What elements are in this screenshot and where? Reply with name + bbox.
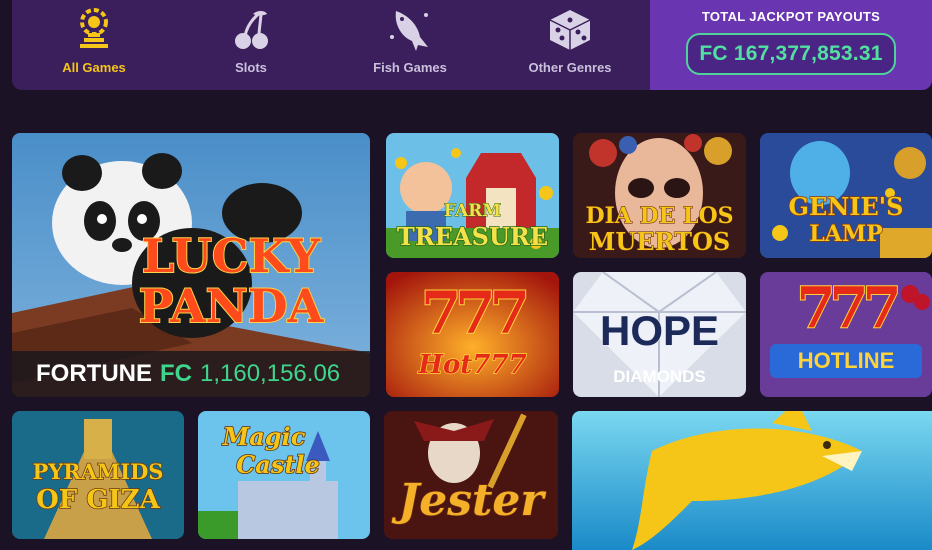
game-title: GENIE'S — [788, 192, 904, 221]
game-title: PANDA — [138, 279, 325, 333]
game-tile-farm-treasure[interactable]: FARM TREASURE — [386, 133, 559, 258]
jackpot-title: TOTAL JACKPOT PAYOUTS — [701, 9, 881, 24]
game-title: MUERTOS — [588, 227, 731, 256]
game-title: DIAMONDS — [613, 367, 706, 386]
game-title: PYRAMIDS — [32, 459, 164, 484]
game-tile-hotline[interactable]: 777 HOTLINE — [760, 272, 932, 397]
game-tile-pyramids-of-giza[interactable]: PYRAMIDS OF GIZA — [12, 411, 184, 539]
category-label: All Games — [62, 60, 126, 75]
game-title: 777 — [796, 275, 903, 341]
category-fish-games[interactable]: Fish Games — [330, 0, 490, 90]
game-title: Jester — [398, 475, 545, 526]
category-all-games[interactable]: All Games — [14, 0, 174, 90]
game-tile-hot777[interactable]: 777 Hot777 — [386, 272, 559, 397]
dice-icon — [546, 6, 594, 54]
game-tile-dia-de-los-muertos[interactable]: DIA DE LOS MUERTOS — [573, 133, 746, 258]
fortune-currency: FC — [160, 360, 192, 387]
game-title: Magic — [222, 422, 306, 451]
cherries-icon — [227, 6, 275, 54]
category-slots[interactable]: Slots — [171, 0, 331, 90]
game-title: Castle — [235, 450, 320, 479]
game-title: HOTLINE — [797, 348, 895, 373]
game-title: 777 — [420, 279, 531, 347]
fortune-amount: 1,160,156.06 — [200, 360, 341, 387]
jackpot-amount: FC 167,377,853.31 — [686, 33, 896, 75]
game-title: TREASURE — [396, 222, 549, 251]
game-title: LUCKY — [141, 229, 321, 283]
category-label: Other Genres — [528, 60, 612, 75]
category-other-genres[interactable]: Other Genres — [490, 0, 650, 90]
game-tile-magic-castle[interactable]: Magic Castle — [198, 411, 370, 539]
game-title: HOPE — [599, 307, 720, 354]
fortune-label: FORTUNE — [36, 360, 152, 387]
casino-chip-icon — [70, 6, 118, 54]
game-tile-jester[interactable]: Jester — [384, 411, 558, 539]
game-title: Hot777 — [418, 350, 528, 380]
game-title: DIA DE LOS — [585, 203, 734, 229]
fish-icon — [386, 6, 434, 54]
game-title: FARM — [443, 201, 502, 221]
game-tile-hope-diamonds[interactable]: HOPE DIAMONDS — [573, 272, 746, 397]
category-label: Fish Games — [373, 60, 447, 75]
game-title: OF GIZA — [35, 485, 160, 515]
jackpot-panel: TOTAL JACKPOT PAYOUTS FC 167,377,853.31 — [650, 0, 932, 90]
game-tile-genies-lamp[interactable]: GENIE'S LAMP — [760, 133, 932, 258]
fortune-banner: FORTUNE FC 1,160,156.06 — [12, 351, 370, 397]
game-title: LAMP — [809, 221, 884, 247]
category-bar: All Games Slots Fish Games Other Genres — [12, 0, 650, 90]
category-label: Slots — [235, 60, 267, 75]
game-tile-fish-shark[interactable] — [572, 411, 932, 550]
golden-shark-artwork — [572, 411, 932, 550]
